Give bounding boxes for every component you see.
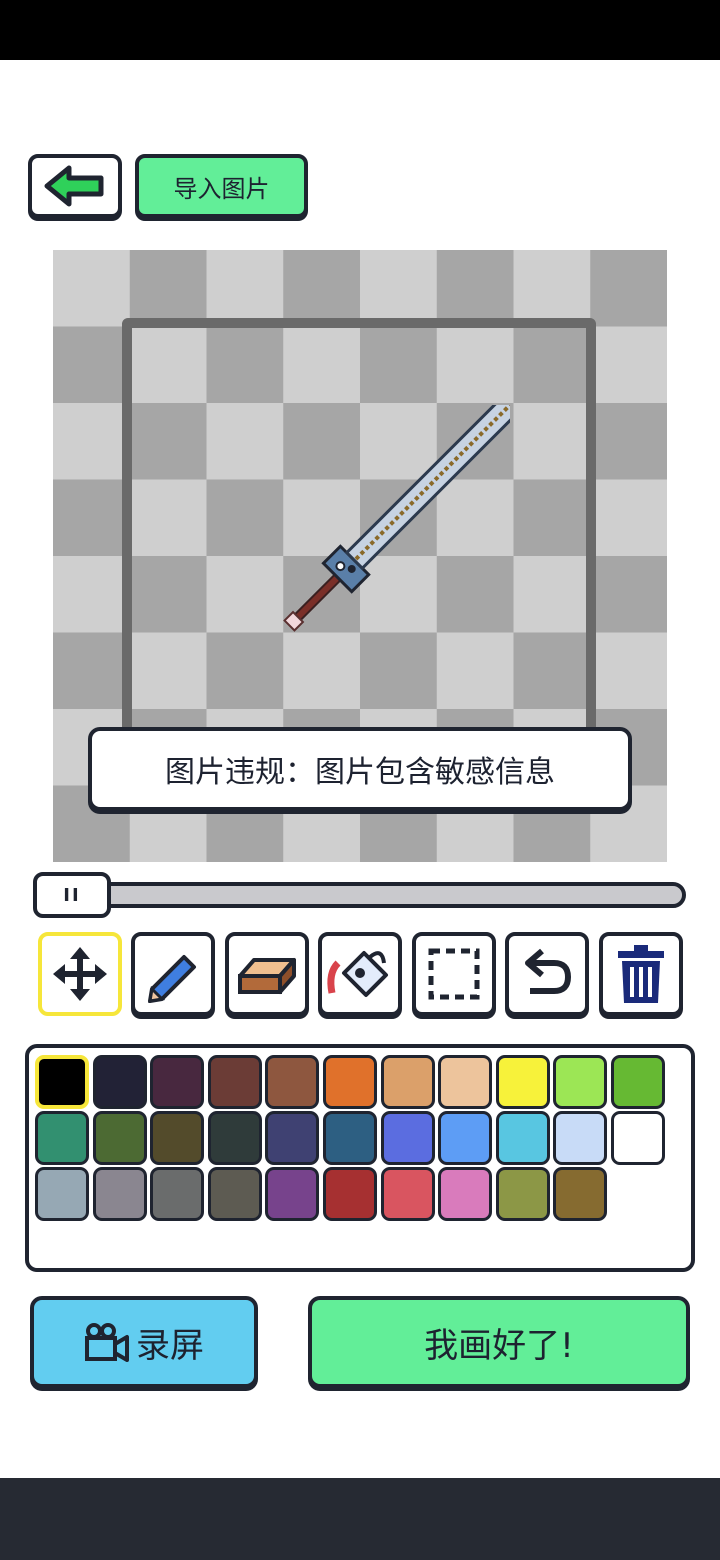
paint-bucket-icon [327, 951, 388, 997]
trash-icon [618, 945, 664, 1003]
record-label: 录屏 [136, 1325, 204, 1366]
back-button[interactable] [28, 154, 122, 218]
slider-thumb[interactable]: II [33, 872, 111, 918]
color-swatch[interactable] [207, 1055, 262, 1109]
record-screen-button[interactable]: 录屏 [30, 1296, 258, 1388]
color-swatch[interactable] [611, 1111, 665, 1165]
fill-tool-button[interactable] [318, 932, 402, 1016]
back-arrow-icon [44, 165, 104, 207]
pencil-tool-button[interactable] [131, 932, 215, 1016]
undo-tool-button[interactable] [505, 932, 589, 1016]
import-image-label: 导入图片 [173, 174, 270, 203]
eraser-tool-button[interactable] [225, 932, 309, 1016]
color-swatch[interactable] [265, 1055, 320, 1109]
color-swatch[interactable] [380, 1055, 435, 1109]
violation-toast: 图片违规：图片包含敏感信息 [88, 727, 632, 811]
zoom-slider[interactable] [40, 882, 686, 908]
color-swatch[interactable] [323, 1167, 377, 1221]
color-swatch[interactable] [553, 1167, 608, 1221]
color-swatch[interactable] [495, 1167, 550, 1221]
move-icon [53, 947, 107, 1001]
select-tool-button[interactable] [412, 932, 496, 1016]
color-swatch[interactable] [150, 1111, 205, 1165]
undo-icon [525, 948, 572, 994]
color-swatch[interactable] [35, 1055, 89, 1109]
color-swatch[interactable] [438, 1167, 493, 1221]
color-swatch[interactable] [265, 1111, 320, 1165]
color-swatch[interactable] [207, 1111, 262, 1165]
color-swatch[interactable] [207, 1167, 262, 1221]
color-swatch[interactable] [553, 1111, 608, 1165]
color-swatch[interactable] [438, 1055, 493, 1109]
color-swatch[interactable] [35, 1111, 89, 1165]
color-swatch[interactable] [92, 1167, 147, 1221]
color-swatch[interactable] [553, 1055, 608, 1109]
status-bar [0, 0, 720, 60]
done-drawing-button[interactable]: 我画好了! [308, 1296, 690, 1388]
color-swatch[interactable] [438, 1111, 493, 1165]
color-swatch[interactable] [495, 1111, 550, 1165]
color-swatch[interactable] [265, 1167, 320, 1221]
navigation-bar [0, 1478, 720, 1560]
slider-thumb-grip: II [63, 884, 81, 906]
color-swatch[interactable] [323, 1111, 377, 1165]
delete-tool-button[interactable] [599, 932, 683, 1016]
color-swatch[interactable] [35, 1167, 89, 1221]
color-swatch[interactable] [150, 1167, 205, 1221]
color-swatch[interactable] [150, 1055, 205, 1109]
color-swatch[interactable] [380, 1111, 435, 1165]
color-swatch[interactable] [92, 1055, 147, 1109]
color-swatch[interactable] [611, 1055, 665, 1109]
color-swatch[interactable] [92, 1111, 147, 1165]
color-swatch[interactable] [495, 1055, 550, 1109]
violation-message: 图片违规：图片包含敏感信息 [165, 755, 555, 790]
sword-sprite [283, 405, 510, 632]
select-rectangle-icon [428, 948, 480, 1000]
video-camera-icon [85, 1323, 129, 1362]
import-image-button[interactable]: 导入图片 [135, 154, 308, 218]
move-tool-button[interactable] [38, 932, 122, 1016]
done-label: 我画好了! [424, 1325, 574, 1366]
color-swatch[interactable] [380, 1167, 435, 1221]
eraser-icon [238, 958, 296, 994]
pencil-icon [148, 955, 196, 1003]
color-swatch[interactable] [323, 1055, 377, 1109]
